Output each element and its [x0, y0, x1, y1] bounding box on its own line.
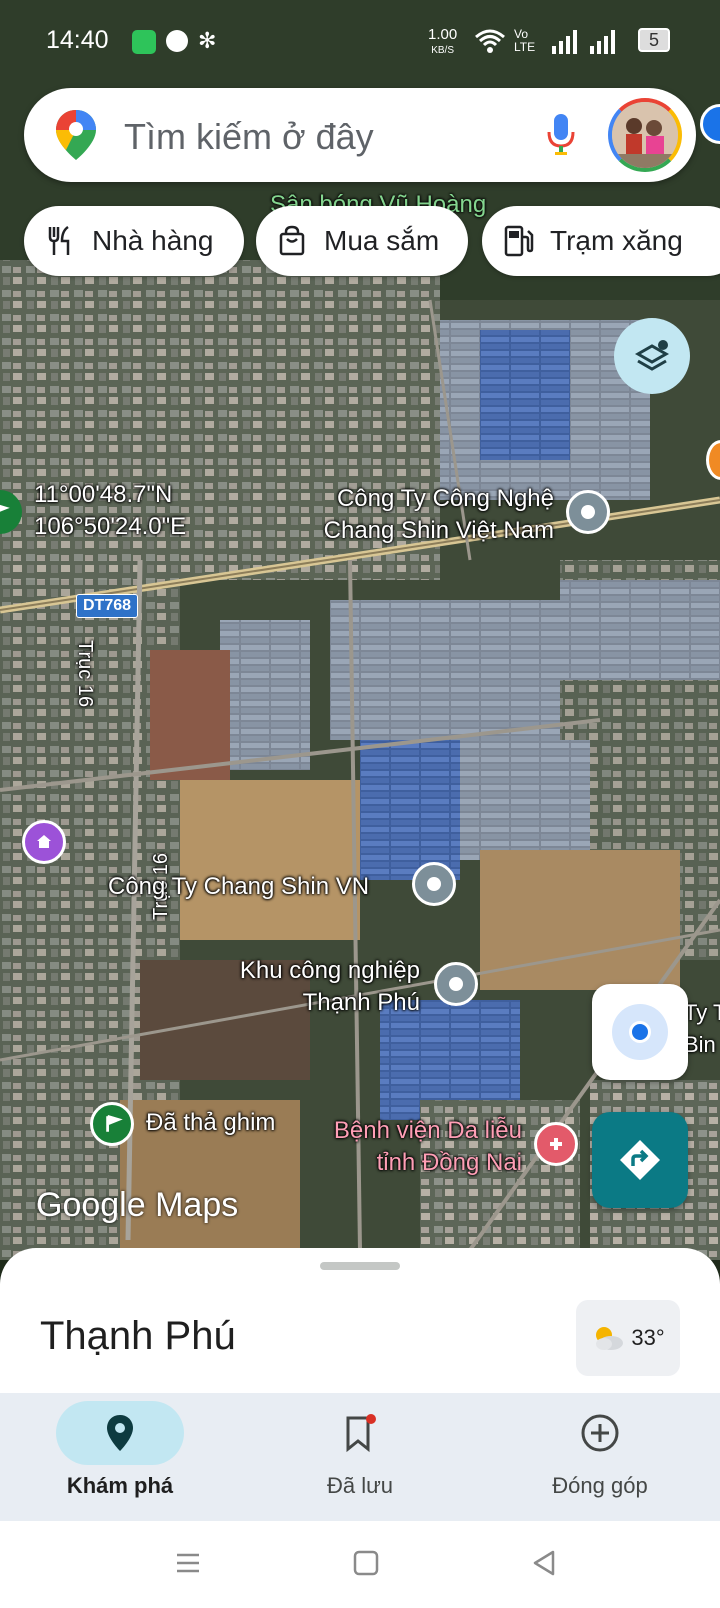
back-icon[interactable] — [530, 1549, 558, 1577]
weather-badge[interactable]: 33° — [576, 1300, 680, 1376]
layers-button[interactable] — [614, 318, 690, 394]
status-time: 14:40 — [46, 26, 109, 54]
directions-icon — [620, 1140, 660, 1180]
chip-shopping-label: Mua sắm — [324, 225, 440, 256]
dropped-pin-flag[interactable] — [90, 1102, 134, 1146]
nav-saved[interactable]: Đã lưu — [240, 1393, 480, 1521]
net-speed-value: 1.00 — [428, 26, 458, 43]
add-circle-icon — [581, 1414, 619, 1452]
partly-cloudy-icon — [596, 1327, 624, 1350]
net-speed-unit: KB/S — [431, 45, 454, 56]
app-notification-icon — [132, 30, 156, 54]
nav-contribute-label: Đóng góp — [552, 1473, 648, 1498]
search-bar[interactable]: Tìm kiếm ở đây — [24, 88, 696, 182]
road-sign-dt768: DT768 — [76, 594, 139, 618]
place-label-kcn-line1: Khu công nghiệp — [239, 957, 420, 984]
place-label-changshin-line2: Chang Shin Việt Nam — [323, 517, 554, 544]
partial-label-right-2: Bin — [684, 1032, 716, 1057]
recent-apps-icon[interactable] — [174, 1549, 202, 1577]
place-label-changshin-vn: Công Ty Chang Shin VN — [108, 873, 370, 900]
bookmark-icon — [346, 1414, 376, 1453]
temperature: 33° — [631, 1325, 665, 1350]
directions-button[interactable] — [592, 1112, 688, 1208]
bottom-navigation: Khám phá Đã lưu Đóng góp — [0, 1393, 720, 1521]
signal-bars-icon-1 — [552, 30, 577, 54]
hospital-pin-icon[interactable] — [534, 1122, 578, 1166]
carrier-label: Vo LTE — [514, 27, 536, 54]
status-bar: 14:40 ✻ 1.00 KB/S Vo LTE 5 — [0, 20, 720, 64]
place-label-hospital-line1: Bệnh viện Da liễu — [333, 1117, 522, 1144]
chip-shopping[interactable]: Mua sắm — [256, 206, 468, 276]
partial-label-right-1: Ty T — [684, 1000, 720, 1025]
home-icon[interactable] — [352, 1549, 380, 1577]
place-title: Thạnh Phú — [40, 1314, 236, 1358]
my-location-icon — [612, 1004, 668, 1060]
search-placeholder: Tìm kiếm ở đây — [124, 116, 374, 157]
chip-restaurants[interactable]: Nhà hàng — [24, 206, 244, 276]
nav-contribute[interactable]: Đóng góp — [480, 1393, 720, 1521]
restaurant-icon — [48, 225, 70, 255]
nav-contribute-pill — [536, 1401, 664, 1465]
coordinate-longitude: 106°50'24.0"E — [34, 513, 187, 540]
account-avatar[interactable] — [608, 98, 682, 172]
place-bottom-sheet[interactable]: Thạnh Phú 33° — [0, 1248, 720, 1393]
nav-explore[interactable]: Khám phá — [0, 1393, 240, 1521]
net-speed: 1.00 KB/S — [428, 26, 458, 58]
place-label-hospital-line2: tỉnh Đồng Nai — [376, 1149, 522, 1176]
dropped-pin-label: Đã thả ghim — [146, 1109, 276, 1136]
place-label-kcn-line2: Thạnh Phú — [302, 989, 420, 1016]
microphone-icon[interactable] — [546, 112, 576, 158]
chip-gas-stations[interactable]: Trạm xăng — [482, 206, 720, 276]
place-pin-changshin-vn[interactable] — [412, 862, 456, 906]
my-location-button[interactable] — [592, 984, 688, 1080]
road-label-truc16-top: Trục 16 — [74, 640, 96, 708]
battery-icon: 5 — [638, 28, 670, 52]
chip-gas-stations-label: Trạm xăng — [550, 225, 683, 256]
nav-explore-label: Khám phá — [66, 1473, 174, 1498]
google-maps-logo: Google Maps — [36, 1186, 239, 1224]
explore-pin-icon — [107, 1415, 133, 1451]
nav-explore-pill — [56, 1401, 184, 1465]
coordinate-latitude: 11°00'48.7"N — [34, 481, 173, 508]
sheet-drag-handle[interactable] — [320, 1262, 400, 1270]
layers-icon — [634, 340, 670, 371]
signal-bars-icon-2 — [590, 30, 615, 54]
facebook-icon — [166, 30, 188, 52]
wifi-icon — [475, 29, 505, 53]
chip-restaurants-label: Nhà hàng — [92, 225, 214, 256]
nav-saved-label: Đã lưu — [326, 1473, 394, 1498]
place-label-changshin-line1: Công Ty Công Nghệ — [336, 485, 554, 512]
system-navigation-bar — [0, 1521, 720, 1608]
nav-saved-pill — [296, 1401, 424, 1465]
place-pin-temple[interactable] — [22, 820, 66, 864]
shopping-bag-icon — [279, 225, 305, 256]
pinwheel-icon: ✻ — [198, 28, 217, 53]
gas-station-icon — [504, 225, 534, 257]
maps-pin-logo-icon — [56, 110, 96, 160]
place-pin-kcn-thanh-phu[interactable] — [434, 962, 478, 1006]
place-pin-changshin-company[interactable] — [566, 490, 610, 534]
